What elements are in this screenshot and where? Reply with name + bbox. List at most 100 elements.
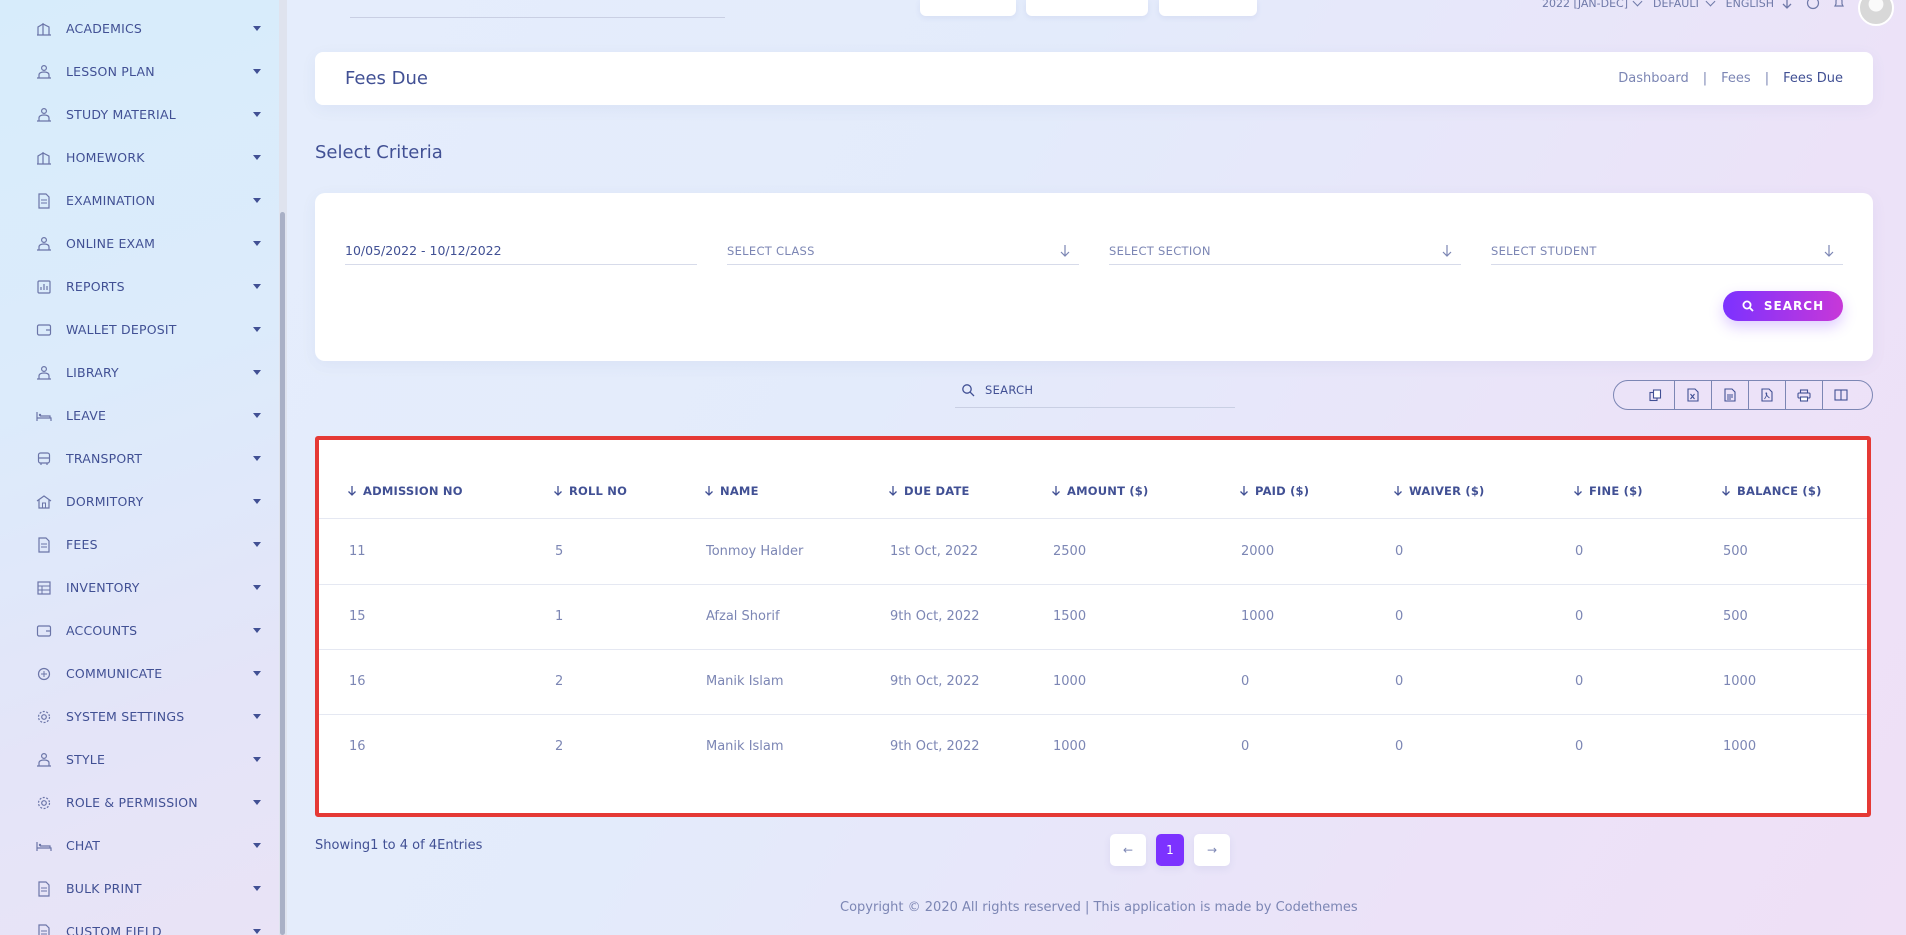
theme-dropdown[interactable]: DEFAULT <box>1653 0 1716 10</box>
sidebar-item-online-exam[interactable]: ONLINE EXAM <box>0 222 279 265</box>
sort-arrow-icon <box>554 486 562 496</box>
table-cell: 1 <box>555 609 564 624</box>
column-header-amount[interactable]: AMOUNT ($) <box>1051 484 1148 498</box>
sidebar-item-custom-field[interactable]: CUSTOM FIELD <box>0 910 279 935</box>
session-dropdown[interactable]: 2022 [JAN-DEC] <box>1542 0 1643 10</box>
caret-down-icon <box>253 886 261 891</box>
copy-button[interactable] <box>1637 381 1674 409</box>
table-cell: 2000 <box>1241 544 1275 559</box>
sidebar-item-dormitory[interactable]: DORMITORY <box>0 480 279 523</box>
language-label: ENGLISH <box>1725 0 1774 10</box>
export-toolbar <box>1613 380 1873 410</box>
sidebar-item-reports[interactable]: REPORTS <box>0 265 279 308</box>
sidebar-item-homework[interactable]: HOMEWORK <box>0 136 279 179</box>
bell-icon[interactable] <box>1832 0 1846 10</box>
sidebar-item-label: BULK PRINT <box>66 881 142 896</box>
arrow-down-icon <box>1442 245 1452 257</box>
table-search-input[interactable]: SEARCH <box>955 372 1235 408</box>
sidebar-item-examination[interactable]: EXAMINATION <box>0 179 279 222</box>
column-header-admission-no[interactable]: ADMISSION NO <box>347 484 463 498</box>
sidebar-item-study-material[interactable]: STUDY MATERIAL <box>0 93 279 136</box>
sidebar-scrollbar-thumb[interactable] <box>280 212 285 935</box>
sidebar-item-transport[interactable]: TRANSPORT <box>0 437 279 480</box>
table-cell: 0 <box>1575 544 1584 559</box>
avatar[interactable] <box>1858 0 1894 26</box>
section-select[interactable]: SELECT SECTION <box>1109 231 1461 265</box>
column-header-roll-no[interactable]: ROLL NO <box>553 484 627 498</box>
column-header-name[interactable]: NAME <box>704 484 759 498</box>
pagination-prev-button[interactable]: ← <box>1110 834 1146 866</box>
csv-icon <box>1724 388 1736 402</box>
sidebar-item-communicate[interactable]: COMMUNICATE <box>0 652 279 695</box>
caret-down-icon <box>253 155 261 160</box>
sort-arrow-icon <box>1240 486 1248 496</box>
column-header-waiver[interactable]: WAIVER ($) <box>1393 484 1484 498</box>
excel-button[interactable] <box>1674 381 1711 409</box>
breadcrumb-fees[interactable]: Fees <box>1721 71 1751 86</box>
sidebar-item-label: EXAMINATION <box>66 193 156 208</box>
table-cell: 500 <box>1723 609 1748 624</box>
pagination-next-button[interactable]: → <box>1194 834 1230 866</box>
top-button-1[interactable] <box>920 0 1016 16</box>
search-button[interactable]: SEARCH <box>1723 291 1843 321</box>
gear-icon <box>36 795 52 811</box>
arrow-down-icon <box>1782 0 1792 9</box>
sidebar-item-label: STYLE <box>66 752 106 767</box>
caret-down-icon <box>253 69 261 74</box>
columns-button[interactable] <box>1822 381 1859 409</box>
sidebar-item-wallet-deposit[interactable]: WALLET DEPOSIT <box>0 308 279 351</box>
sidebar-item-label: WALLET DEPOSIT <box>66 322 177 337</box>
column-header-balance[interactable]: BALANCE ($) <box>1721 484 1822 498</box>
sidebar-item-inventory[interactable]: INVENTORY <box>0 566 279 609</box>
sort-arrow-icon <box>348 486 356 496</box>
sidebar-item-system-settings[interactable]: SYSTEM SETTINGS <box>0 695 279 738</box>
sidebar-item-bulk-print[interactable]: BULK PRINT <box>0 867 279 910</box>
column-header-label: ROLL NO <box>569 484 628 498</box>
language-dropdown[interactable]: ENGLISH <box>1726 0 1794 10</box>
sidebar-item-lesson-plan[interactable]: LESSON PLAN <box>0 50 279 93</box>
sidebar-item-fees[interactable]: FEES <box>0 523 279 566</box>
caret-down-icon <box>253 843 261 848</box>
sidebar-item-leave[interactable]: LEAVE <box>0 394 279 437</box>
sidebar-menu: ACADEMICS LESSON PLAN STUDY MATERIAL HOMEWO… <box>0 7 279 935</box>
top-right-controls: 2022 [JAN-DEC] DEFAULT ENGLISH <box>1542 0 1846 10</box>
caret-down-icon <box>253 499 261 504</box>
sidebar-item-label: SYSTEM SETTINGS <box>66 709 185 724</box>
breadcrumb-separator: | <box>1764 71 1770 86</box>
sidebar-item-chat[interactable]: CHAT <box>0 824 279 867</box>
sidebar-item-accounts[interactable]: ACCOUNTS <box>0 609 279 652</box>
theme-label: DEFAULT <box>1653 0 1701 10</box>
sidebar-item-academics[interactable]: ACADEMICS <box>0 7 279 50</box>
sidebar-item-label: ROLE & PERMISSION <box>66 795 198 810</box>
top-search-input[interactable] <box>350 17 725 18</box>
sidebar-item-library[interactable]: LIBRARY <box>0 351 279 394</box>
communicate-icon <box>36 666 52 682</box>
class-select[interactable]: SELECT CLASS <box>727 231 1079 265</box>
breadcrumb-dashboard[interactable]: Dashboard <box>1618 71 1689 86</box>
fees-due-table: ADMISSION NO ROLL NO NAME DUE DATE AMOUNT ($… <box>315 436 1871 817</box>
column-header-due-date[interactable]: DUE DATE <box>888 484 970 498</box>
column-header-paid[interactable]: PAID ($) <box>1239 484 1309 498</box>
caret-down-icon <box>253 456 261 461</box>
student-select[interactable]: SELECT STUDENT <box>1491 231 1843 265</box>
top-button-2[interactable] <box>1026 0 1148 16</box>
caret-down-icon <box>253 757 261 762</box>
column-header-fine[interactable]: FINE ($) <box>1573 484 1643 498</box>
top-button-3[interactable] <box>1159 0 1257 16</box>
pagination-page-1[interactable]: 1 <box>1156 834 1184 866</box>
excel-icon <box>1687 388 1699 402</box>
breadcrumb-fees-due[interactable]: Fees Due <box>1783 71 1843 86</box>
table-cell: 16 <box>349 739 366 754</box>
pdf-button[interactable] <box>1748 381 1785 409</box>
date-range-input[interactable]: 10/05/2022 - 10/12/2022 <box>345 231 697 265</box>
sort-arrow-icon <box>1574 486 1582 496</box>
table-cell: 1000 <box>1723 739 1757 754</box>
sidebar-item-role-permission[interactable]: ROLE & PERMISSION <box>0 781 279 824</box>
whatsapp-icon[interactable] <box>1806 0 1820 10</box>
sidebar-item-style[interactable]: STYLE <box>0 738 279 781</box>
csv-button[interactable] <box>1711 381 1748 409</box>
table-cell: 1000 <box>1723 674 1757 689</box>
caret-down-icon <box>253 370 261 375</box>
sidebar-scrollbar[interactable] <box>279 0 287 935</box>
print-button[interactable] <box>1785 381 1822 409</box>
